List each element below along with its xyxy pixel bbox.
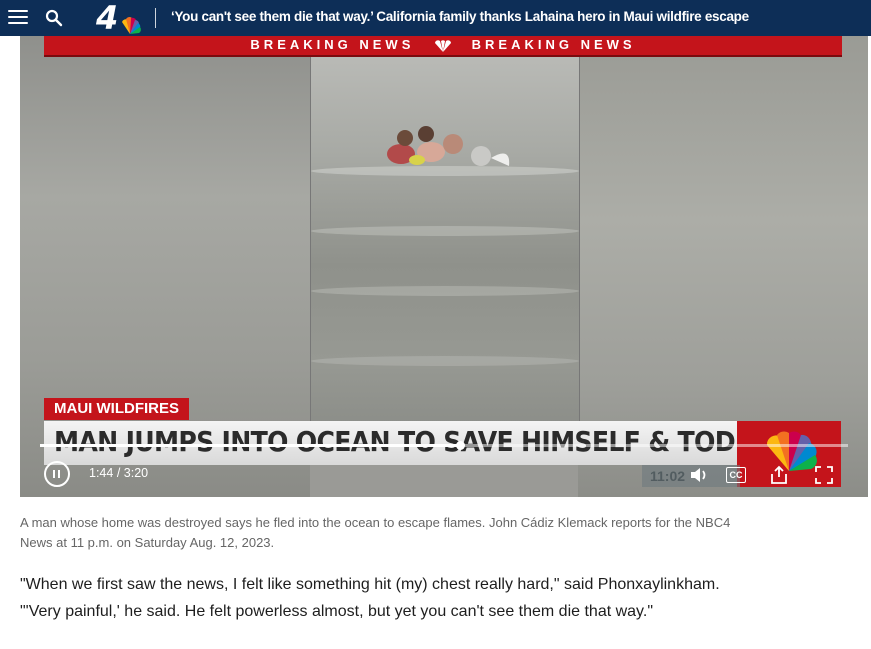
article-headline[interactable]: ‘You can't see them die that way.’ Calif… — [171, 9, 749, 24]
people-in-water — [387, 126, 510, 166]
onscreen-clock: 11:02 — [650, 468, 686, 484]
wave — [311, 286, 579, 296]
time-display: 1:44 / 3:20 — [89, 466, 148, 480]
pause-button[interactable] — [44, 461, 70, 487]
header-divider — [155, 8, 156, 28]
time-separator: / — [116, 466, 121, 480]
cc-label: CC — [726, 467, 746, 483]
search-icon[interactable] — [45, 9, 63, 27]
breaking-news-banner: BREAKING NEWS BREAKING NEWS — [44, 36, 842, 57]
breaking-news-left: BREAKING NEWS — [250, 37, 415, 52]
video-frame — [310, 56, 580, 436]
share-icon[interactable] — [768, 464, 790, 486]
duration: 3:20 — [123, 466, 149, 480]
closed-captions-button[interactable]: CC — [725, 464, 747, 486]
wave — [311, 356, 579, 366]
volume-icon[interactable] — [688, 464, 710, 486]
logo-text: 4 — [96, 2, 118, 34]
peacock-icon — [435, 39, 451, 52]
hamburger-menu-icon[interactable] — [8, 10, 28, 26]
video-caption: A man whose home was destroyed says he f… — [20, 515, 731, 550]
article-paragraph: "When we first saw the news, I felt like… — [20, 576, 720, 620]
wave — [311, 226, 579, 236]
progress-bar[interactable] — [40, 441, 848, 450]
lower-third: MAN JUMPS INTO OCEAN TO SAVE HIMSELF & T… — [44, 421, 740, 465]
breaking-news-right: BREAKING NEWS — [471, 37, 636, 52]
progress-fill — [40, 444, 461, 447]
lower-third-headline: MAN JUMPS INTO OCEAN TO SAVE HIMSELF & T… — [54, 425, 740, 458]
top-nav-bar: 4 ‘You can't see them die that way.’ Cal… — [0, 0, 871, 36]
fullscreen-icon[interactable] — [813, 464, 835, 486]
story-tag: MAUI WILDFIRES — [44, 398, 189, 420]
nbc4-logo[interactable]: 4 — [96, 2, 144, 34]
video-player[interactable]: BREAKING NEWS BREAKING NEWS MAUI WILDFIR… — [20, 36, 868, 497]
current-time: 1:44 — [89, 466, 114, 480]
